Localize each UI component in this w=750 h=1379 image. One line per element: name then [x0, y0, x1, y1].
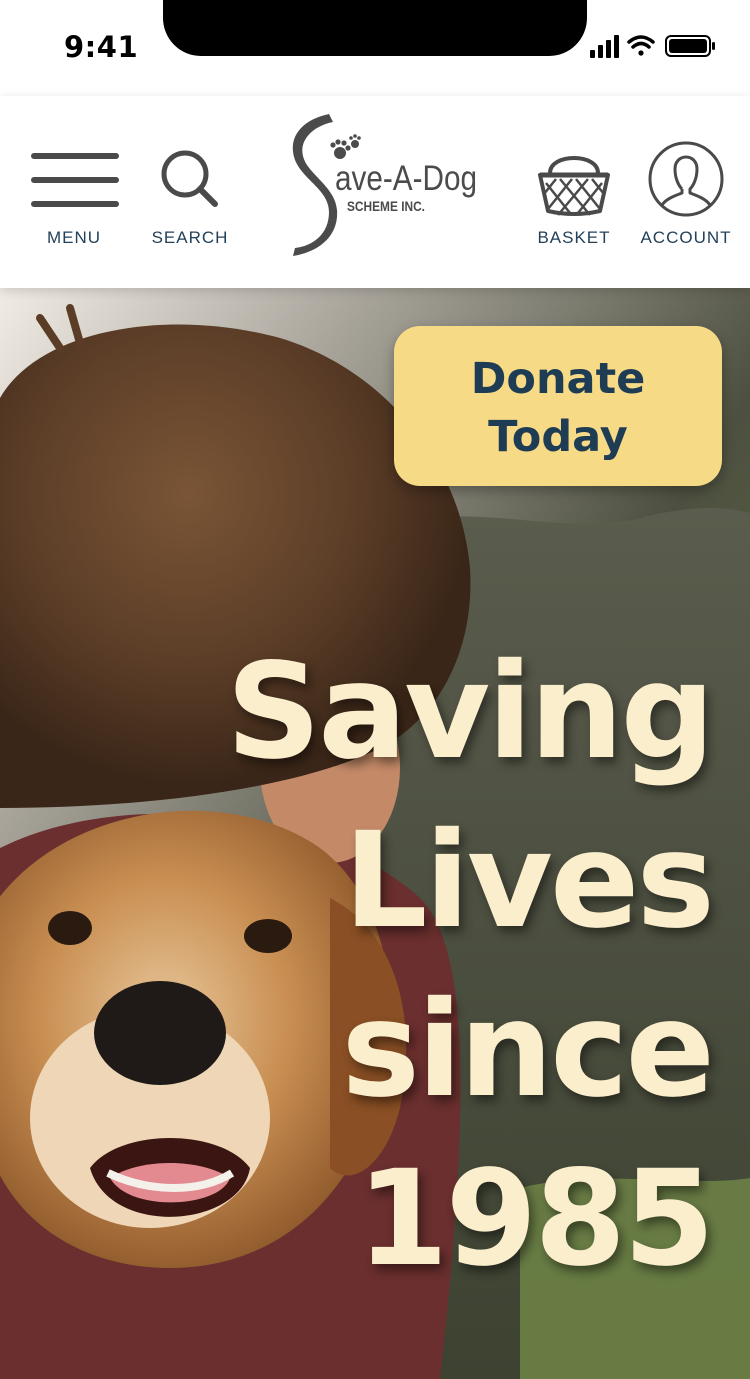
donate-today-button[interactable]: Donate Today — [394, 326, 722, 486]
device-notch — [163, 0, 587, 56]
paw-print-icon — [330, 134, 361, 159]
menu-label: MENU — [46, 228, 102, 247]
account-icon — [638, 136, 734, 222]
site-header: MENU SEARCH ave-A-Dog SCHEME INC. BASKET… — [0, 96, 750, 288]
headline-line: Lives — [343, 804, 716, 958]
logo-name: ave-A-Dog — [335, 159, 477, 198]
headline-line: since — [341, 973, 715, 1127]
status-time: 9:41 — [64, 30, 139, 64]
basket-icon — [526, 136, 622, 222]
site-logo[interactable]: ave-A-Dog SCHEME INC. — [283, 108, 483, 258]
status-icons — [590, 35, 715, 58]
basket-button[interactable]: BASKET — [526, 136, 622, 248]
status-bar: 9:41 — [0, 0, 750, 96]
logo-s-mark — [292, 114, 338, 256]
headline-line: 1985 — [356, 1142, 715, 1296]
hero-headline: Saving Lives since 1985 — [152, 628, 716, 1304]
signal-icon — [590, 35, 619, 58]
basket-label: BASKET — [537, 228, 611, 247]
search-icon — [142, 136, 238, 222]
hamburger-menu-icon — [26, 136, 122, 222]
account-label: ACCOUNT — [640, 228, 732, 247]
account-button[interactable]: ACCOUNT — [634, 136, 738, 248]
logo-subtitle: SCHEME INC. — [347, 198, 425, 214]
search-label: SEARCH — [151, 228, 229, 247]
search-button[interactable]: SEARCH — [142, 136, 238, 248]
wifi-icon — [627, 35, 655, 56]
headline-line: Saving — [226, 635, 715, 789]
menu-button[interactable]: MENU — [26, 136, 122, 248]
battery-icon — [665, 35, 715, 57]
hero-section: Donate Today Saving Lives since 1985 — [0, 288, 750, 1379]
